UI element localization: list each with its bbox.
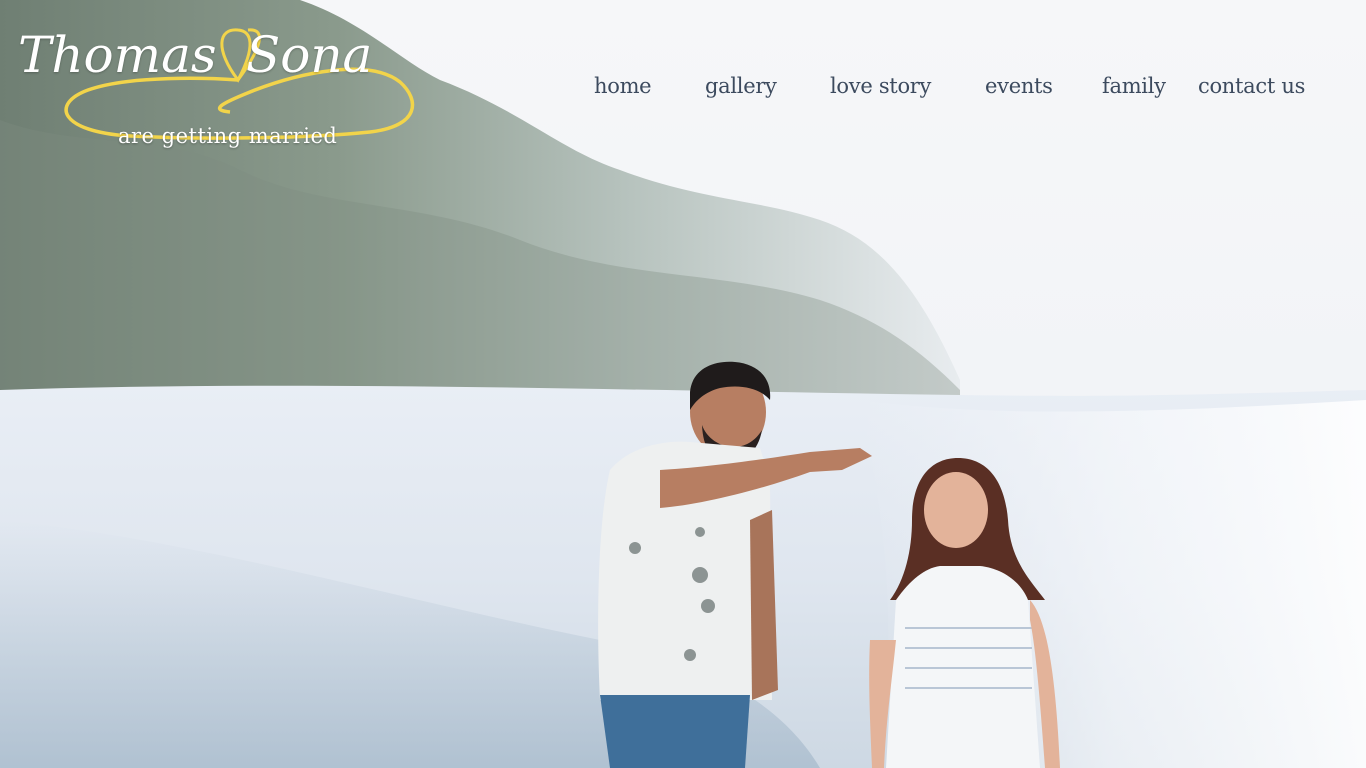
nav-family-link[interactable]: family [1102, 74, 1166, 98]
nav-events-link[interactable]: events [985, 74, 1053, 98]
nav-love-story-link[interactable]: love story [830, 74, 931, 98]
logo-tagline: are getting married [118, 124, 338, 148]
nav-home-link[interactable]: home [594, 74, 652, 98]
main-navigation: home gallery love story events family co… [0, 74, 1366, 106]
nav-gallery-link[interactable]: gallery [705, 74, 777, 98]
nav-contact-us-link[interactable]: contact us [1198, 74, 1305, 98]
